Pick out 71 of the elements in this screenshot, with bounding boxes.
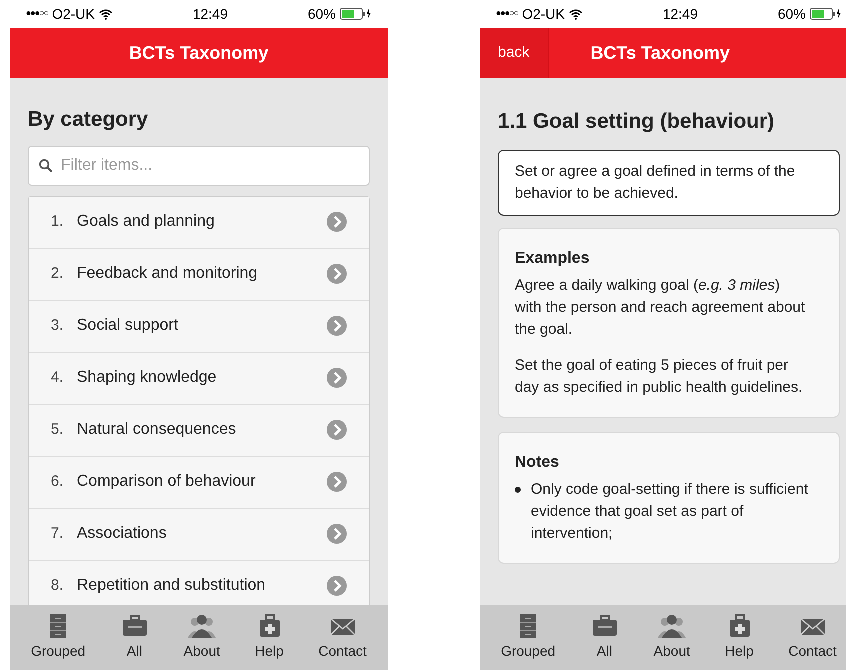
chevron-icon (327, 212, 347, 232)
chevron-icon (327, 576, 347, 596)
tab-button[interactable]: Grouped (501, 613, 556, 662)
note-text: Only code goal-setting if there is sufficient evidence that goal set as part of intervention; (531, 480, 809, 544)
category-row[interactable]: 5. Natural consequences (29, 404, 369, 456)
item-number: 2. (51, 264, 65, 284)
tab-button[interactable]: About (184, 613, 220, 662)
item-label: Goals and planning (77, 212, 216, 232)
item-number: 3. (51, 316, 65, 336)
category-row[interactable]: 2. Feedback and monitoring (29, 248, 369, 300)
page-heading: By category (28, 107, 150, 133)
clock: 12:49 (192, 4, 228, 24)
clock: 12:49 (662, 4, 698, 24)
wifi-icon (568, 8, 583, 20)
category-row[interactable]: 1. Goals and planning (29, 196, 369, 248)
signal-strength: ●●●○○ (26, 7, 48, 20)
carrier-name: O2-UK (52, 4, 95, 24)
battery-icon (340, 8, 372, 20)
category-row[interactable]: 3. Social support (29, 300, 369, 352)
chevron-icon (327, 524, 347, 544)
category-row[interactable]: 7. Associations (29, 508, 369, 560)
item-label: Comparison of behaviour (77, 472, 257, 492)
example-text: Agree a daily walking goal (e.g. 3 miles) with the person and reach agreement about the goal. (515, 276, 806, 340)
page-heading: 1.1 Goal setting (behaviour) (498, 109, 776, 135)
search-icon (39, 158, 53, 172)
item-label: Social support (77, 316, 180, 336)
chevron-icon (327, 368, 347, 388)
carrier-name: O2-UK (522, 4, 565, 24)
example-text: Set the goal of eating 5 pieces of fruit per day as specified in public health guidelines. (515, 356, 804, 398)
definition-text: Set or agree a goal defined in terms of the behavior to be achieved. (515, 162, 796, 204)
item-label: Associations (77, 524, 168, 544)
app-title: BCTs Taxonomy (590, 42, 730, 65)
item-label: Repetition and substitution (77, 576, 267, 596)
battery-percent: 60% (778, 4, 806, 24)
tab-button[interactable]: Contact (318, 613, 367, 662)
chevron-icon (327, 316, 347, 336)
bullet-icon (515, 486, 521, 492)
category-row[interactable]: 4. Shaping knowledge (29, 352, 369, 404)
category-row[interactable]: 8. Repetition and substitution (29, 560, 369, 605)
tab-button[interactable]: All (120, 613, 150, 662)
tab-button[interactable]: Contact (788, 613, 837, 662)
item-number: 7. (51, 524, 65, 544)
chevron-icon (327, 264, 347, 284)
item-label: Feedback and monitoring (77, 264, 259, 284)
tab-button[interactable]: All (590, 613, 620, 662)
people-icon (187, 613, 218, 639)
chevron-icon (327, 472, 347, 492)
chevron-icon (327, 420, 347, 440)
tab-button[interactable]: About (654, 613, 690, 662)
item-label: Natural consequences (77, 420, 238, 440)
item-number: 1. (51, 212, 65, 232)
tab-button[interactable]: Help (724, 613, 755, 662)
item-number: 4. (51, 368, 65, 388)
wifi-icon (98, 8, 113, 20)
item-number: 8. (51, 576, 65, 596)
item-number: 5. (51, 420, 65, 440)
item-label: Shaping knowledge (77, 368, 218, 388)
battery-percent: 60% (308, 4, 336, 24)
filter-field[interactable]: Filter items... (28, 146, 370, 186)
category-row[interactable]: 6. Comparison of behaviour (29, 456, 369, 508)
section-title: Notes (515, 452, 560, 472)
people-icon (657, 613, 688, 639)
back-button[interactable]: back (480, 28, 549, 78)
section-title: Examples (515, 248, 591, 268)
signal-strength: ●●●○○ (496, 7, 518, 20)
filter-input[interactable]: Filter items... (61, 154, 359, 178)
tab-button[interactable]: Grouped (31, 613, 86, 662)
battery-icon (810, 8, 842, 20)
item-number: 6. (51, 472, 65, 492)
app-title: BCTs Taxonomy (129, 42, 269, 65)
tab-button[interactable]: Help (254, 613, 285, 662)
